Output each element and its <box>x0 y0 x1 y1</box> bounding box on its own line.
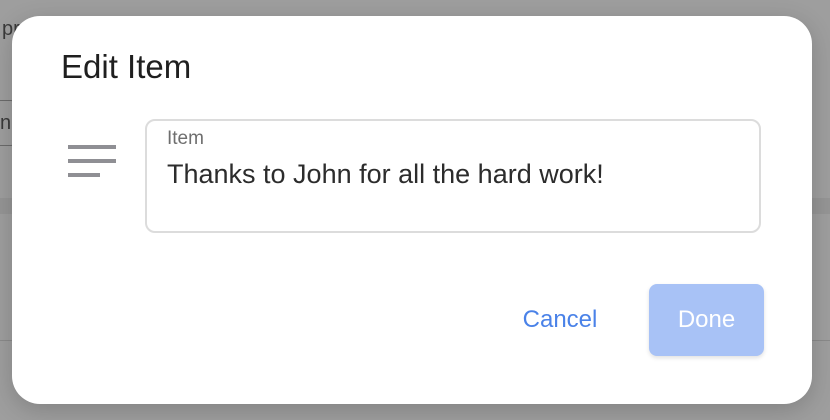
item-text-field[interactable]: Item Thanks to John for all the hard wor… <box>145 119 761 233</box>
background-partial-field-text: n <box>0 112 12 134</box>
item-field-label: Item <box>167 128 204 149</box>
dialog-title: Edit Item <box>61 48 192 85</box>
cancel-button[interactable]: Cancel <box>504 284 616 356</box>
item-field-value[interactable]: Thanks to John for all the hard work! <box>167 159 604 190</box>
edit-item-dialog: Edit Item Item Thanks to John for all th… <box>12 16 812 404</box>
notes-icon <box>68 145 116 177</box>
done-button[interactable]: Done <box>649 284 764 356</box>
